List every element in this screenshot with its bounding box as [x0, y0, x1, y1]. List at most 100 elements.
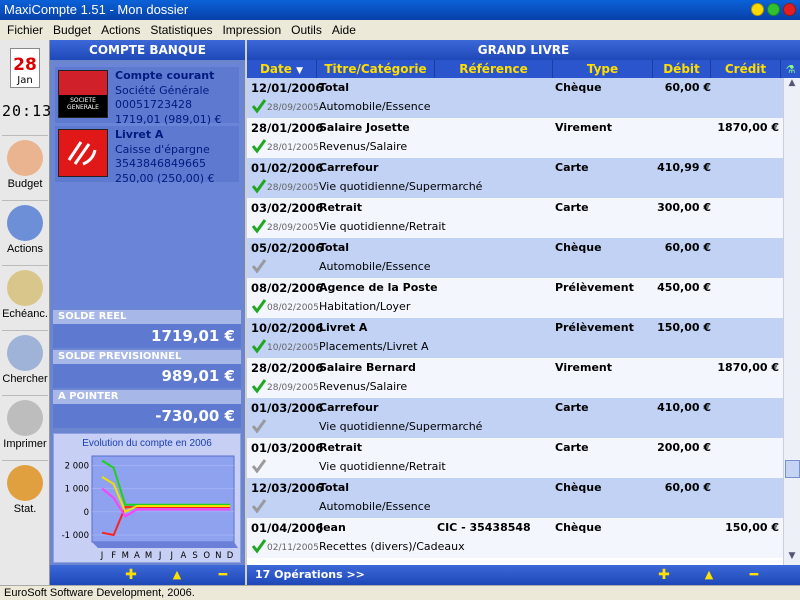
x-tick-label: M: [122, 551, 129, 561]
row-category: Revenus/Salaire: [319, 140, 408, 153]
table-row[interactable]: 01/03/2006 Retrait Vie quotidienne/Retrait…: [247, 438, 783, 478]
row-date: 01/03/2006: [251, 401, 324, 415]
solde-reel-label: SOLDE REEL: [53, 310, 241, 324]
row-date: 01/03/2006: [251, 441, 324, 455]
tool-chercher[interactable]: Chercher: [2, 330, 48, 392]
row-credit: 150,00 €: [725, 521, 779, 534]
row-title: Salaire Josette: [319, 121, 410, 134]
move-up-triangle-icon[interactable]: ▲: [702, 568, 716, 582]
menu-aide[interactable]: Aide: [327, 23, 361, 37]
close-button[interactable]: [783, 3, 796, 16]
y-tick-label: 2 000: [65, 461, 89, 471]
table-row[interactable]: 28/01/2006 Salaire Josette Revenus/Salaire…: [247, 118, 783, 158]
checkmark-green-icon[interactable]: [251, 98, 267, 114]
account-balance: 250,00 (250,00) €: [115, 171, 215, 185]
table-row[interactable]: 01/04/2006 Jean Recettes (divers)/Cadeaux C…: [247, 518, 783, 558]
row-category: Recettes (divers)/Cadeaux: [319, 540, 465, 553]
scroll-thumb[interactable]: [785, 460, 800, 478]
table-row[interactable]: 10/02/2006 Livret A Placements/Livret A Pré…: [247, 318, 783, 358]
row-pointed-date: 28/01/2005: [267, 143, 319, 153]
table-row[interactable]: 05/02/2006 Total Automobile/Essence Chèque 6…: [247, 238, 783, 278]
col-title[interactable]: Titre/Catégorie: [317, 60, 435, 78]
row-type: Carte: [555, 441, 589, 454]
row-category: Habitation/Loyer: [319, 300, 411, 313]
scroll-up-icon[interactable]: ▲: [784, 78, 800, 92]
row-debit: 200,00 €: [657, 441, 711, 454]
col-type[interactable]: Type: [553, 60, 653, 78]
row-debit: 410,00 €: [657, 401, 711, 414]
add-operation-plus-icon[interactable]: ✚: [657, 568, 671, 582]
table-row[interactable]: 08/02/2006 Agence de la Poste Habitation/L…: [247, 278, 783, 318]
calendar-month: Jan: [17, 75, 33, 86]
checkmark-green-icon[interactable]: [251, 138, 267, 154]
move-up-triangle-icon[interactable]: ▲: [170, 568, 184, 582]
checkmark-grey-icon[interactable]: [251, 258, 267, 274]
row-category: Vie quotidienne/Supermarché: [319, 420, 483, 433]
tool-budget[interactable]: Budget: [2, 135, 48, 197]
checkmark-green-icon[interactable]: [251, 178, 267, 194]
col-date[interactable]: Date ▼: [247, 60, 317, 78]
row-type: Virement: [555, 361, 612, 374]
tool-stat[interactable]: Stat.: [2, 460, 48, 522]
row-category: Vie quotidienne/Retrait: [319, 460, 446, 473]
checkmark-grey-icon[interactable]: [251, 498, 267, 514]
table-row[interactable]: 01/02/2006 Carrefour Vie quotidienne/Super…: [247, 158, 783, 198]
minimize-button[interactable]: [751, 3, 764, 16]
col-debit[interactable]: Débit: [653, 60, 711, 78]
menu-actions[interactable]: Actions: [96, 23, 145, 37]
row-pointed-date: 28/09/2005: [267, 183, 319, 193]
tool-actions[interactable]: Actions: [2, 200, 48, 262]
row-date: 12/01/2006: [251, 81, 324, 95]
menu-outils[interactable]: Outils: [286, 23, 327, 37]
row-date: 10/02/2006: [251, 321, 324, 335]
row-title: Carrefour: [319, 401, 379, 414]
table-row[interactable]: 28/02/2006 Salaire Bernard Revenus/Salaire…: [247, 358, 783, 398]
x-tick-label: D: [227, 551, 234, 561]
menu-statistiques[interactable]: Statistiques: [145, 23, 217, 37]
calendar-icon[interactable]: 28 Jan: [10, 48, 40, 88]
filter-icon[interactable]: ⚗: [781, 60, 800, 78]
ledger-scrollbar[interactable]: ▲ ▼: [783, 78, 800, 565]
checkmark-green-icon[interactable]: [251, 338, 267, 354]
ledger-header: Date ▼ Titre/Catégorie Référence Type Dé…: [247, 60, 800, 78]
maximize-button[interactable]: [767, 3, 780, 16]
scroll-down-icon[interactable]: ▼: [784, 551, 800, 565]
solde-reel: SOLDE REEL 1719,01 €: [53, 310, 241, 348]
table-row[interactable]: 12/03/2006 Total Automobile/Essence Chèque 6…: [247, 478, 783, 518]
row-type: Virement: [555, 121, 612, 134]
row-title: Total: [319, 81, 350, 94]
menu-impression[interactable]: Impression: [217, 23, 286, 37]
a-pointer-label: A POINTER: [53, 390, 241, 404]
remove-operation-minus-icon[interactable]: ━: [747, 568, 761, 582]
checkmark-grey-icon[interactable]: [251, 458, 267, 474]
x-tick-label: O: [203, 551, 210, 561]
account-item[interactable]: Livret A Caisse d'épargne 3543846849665 …: [55, 126, 239, 185]
account-item[interactable]: SOCIETE GENERALE Compte courant Société …: [55, 67, 239, 126]
menu-fichier[interactable]: Fichier: [2, 23, 48, 37]
checkmark-green-icon[interactable]: [251, 538, 267, 554]
row-category: Automobile/Essence: [319, 100, 431, 113]
add-account-plus-icon[interactable]: ✚: [124, 568, 138, 582]
tool-imprimer[interactable]: Imprimer: [2, 395, 48, 457]
printer-icon: [7, 400, 43, 436]
checkmark-green-icon[interactable]: [251, 378, 267, 394]
menu-budget[interactable]: Budget: [48, 23, 96, 37]
table-row[interactable]: 01/03/2006 Carrefour Vie quotidienne/Super…: [247, 398, 783, 438]
y-tick-label: 0: [84, 508, 89, 518]
window-title: MaxiCompte 1.51 - Mon dossier: [4, 2, 189, 17]
checkmark-green-icon[interactable]: [251, 218, 267, 234]
table-row[interactable]: 12/01/2006 Total Automobile/Essence Chèque 6…: [247, 78, 783, 118]
row-category: Automobile/Essence: [319, 500, 431, 513]
col-reference[interactable]: Référence: [435, 60, 553, 78]
remove-account-minus-icon[interactable]: ━: [216, 568, 230, 582]
table-row[interactable]: 03/02/2006 Retrait Vie quotidienne/Retrait…: [247, 198, 783, 238]
magnifier-icon: [7, 335, 43, 371]
operations-count-link[interactable]: 17 Opérations >>: [255, 568, 365, 581]
col-credit[interactable]: Crédit: [711, 60, 781, 78]
tool-echéanc[interactable]: Echéanc.: [2, 265, 48, 327]
account-number: 00051723428: [115, 98, 192, 111]
menu-bar: Fichier Budget Actions Statistiques Impr…: [0, 20, 800, 40]
checkmark-green-icon[interactable]: [251, 298, 267, 314]
chart-title: Evolution du compte en 2006: [82, 438, 212, 449]
checkmark-grey-icon[interactable]: [251, 418, 267, 434]
